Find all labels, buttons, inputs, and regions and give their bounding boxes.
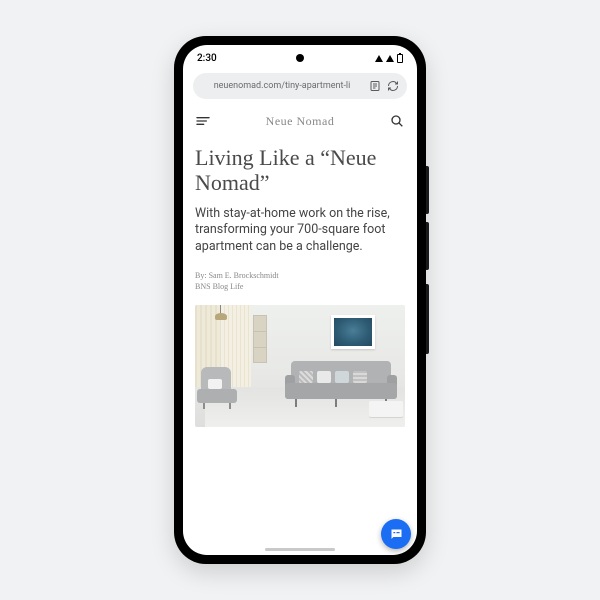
- byline-prefix: By:: [195, 271, 209, 280]
- volume-up-button[interactable]: [426, 166, 429, 214]
- byline-author: Sam E. Brockschmidt: [209, 271, 279, 280]
- signal-icon-2: [386, 55, 394, 62]
- front-camera: [296, 54, 304, 62]
- url-text: neuenomad.com/tiny-apartment-li: [201, 81, 363, 91]
- article-subhead: With stay-at-home work on the rise, tran…: [195, 206, 405, 257]
- power-button[interactable]: [426, 284, 429, 354]
- byline-publication: BNS Blog Life: [195, 282, 243, 291]
- battery-icon: [397, 54, 403, 63]
- url-bar[interactable]: neuenomad.com/tiny-apartment-li: [193, 73, 407, 99]
- site-title[interactable]: Neue Nomad: [266, 114, 335, 129]
- site-header: Neue Nomad: [195, 107, 405, 135]
- clock: 2:30: [197, 53, 217, 64]
- signal-icon: [375, 55, 383, 62]
- chat-icon: [389, 527, 404, 542]
- phone-frame: 2:30 neuenomad.com/tiny-apartment-li Neu…: [174, 36, 426, 564]
- search-icon[interactable]: [389, 113, 405, 129]
- home-indicator[interactable]: [265, 548, 335, 551]
- refresh-icon[interactable]: [387, 80, 399, 92]
- menu-icon[interactable]: [195, 113, 211, 129]
- screen: 2:30 neuenomad.com/tiny-apartment-li Neu…: [183, 45, 417, 555]
- article-byline: By: Sam E. Brockschmidt BNS Blog Life: [195, 270, 405, 292]
- article-headline: Living Like a “Neue Nomad”: [195, 145, 405, 196]
- status-icons: [375, 54, 403, 63]
- hero-image: [195, 305, 405, 427]
- chat-fab[interactable]: [381, 519, 411, 549]
- volume-down-button[interactable]: [426, 222, 429, 270]
- page-content[interactable]: Neue Nomad Living Like a “Neue Nomad” Wi…: [183, 107, 417, 555]
- reader-mode-icon[interactable]: [369, 80, 381, 92]
